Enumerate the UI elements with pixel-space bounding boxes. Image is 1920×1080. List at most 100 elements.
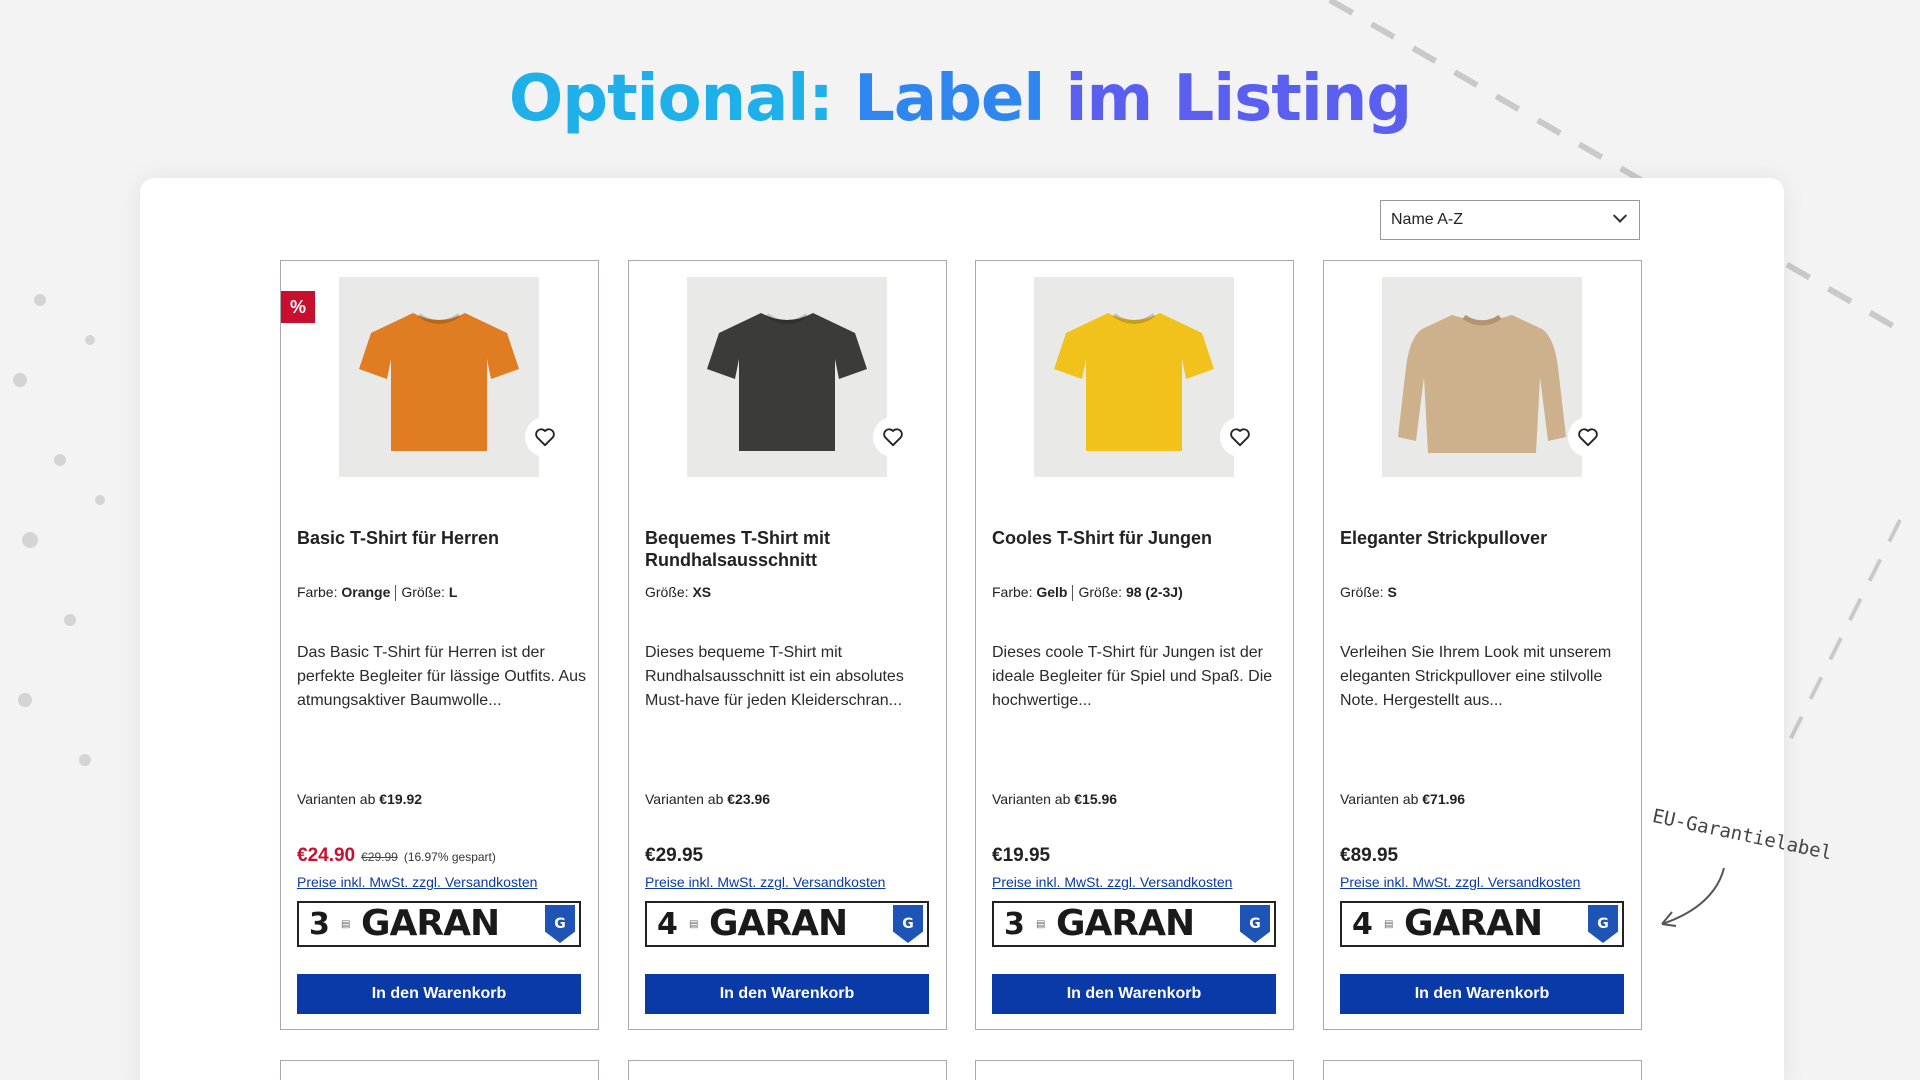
headline-part-1: Optional: bbox=[508, 62, 834, 136]
savings-text: (16.97% gespart) bbox=[403, 850, 496, 864]
garantie-seal-icon: ▤ bbox=[341, 918, 351, 930]
eu-shield-icon: G bbox=[545, 905, 575, 943]
size-label: Größe: bbox=[401, 584, 445, 600]
add-to-cart-button[interactable]: In den Warenkorb bbox=[297, 974, 581, 1014]
eu-shield-icon: G bbox=[1588, 905, 1618, 943]
product-description: Das Basic T-Shirt für Herren ist der per… bbox=[297, 644, 587, 709]
sort-dropdown[interactable]: Name A-Z bbox=[1380, 200, 1640, 240]
garantie-seal-icon: ▤ bbox=[1384, 918, 1394, 930]
sale-badge: % bbox=[281, 291, 315, 323]
price-block: €19.95 bbox=[992, 845, 1050, 867]
product-card[interactable]: Eleganter Strickpullover Größe: S Verleihe… bbox=[1323, 260, 1642, 1030]
tax-shipping-link[interactable]: Preise inkl. MwSt. zzgl. Versandkosten bbox=[992, 874, 1232, 890]
garantie-years: 3 bbox=[309, 906, 330, 942]
price-block: €29.95 bbox=[645, 845, 703, 867]
add-to-cart-button[interactable]: In den Warenkorb bbox=[1340, 974, 1624, 1014]
add-to-cart-button[interactable]: In den Warenkorb bbox=[645, 974, 929, 1014]
price-block: €24.90 €29.99 (16.97% gespart) bbox=[297, 845, 496, 867]
size-value: XS bbox=[692, 584, 712, 600]
product-title[interactable]: Basic T-Shirt für Herren bbox=[297, 527, 587, 549]
eu-garantie-label: 3 ▤ GARAN G bbox=[297, 901, 581, 947]
product-meta: Farbe: Orange Größe: L bbox=[297, 584, 458, 602]
annotation-arrow-icon bbox=[1661, 867, 1725, 927]
color-value: Gelb bbox=[1036, 584, 1068, 600]
size-label: Größe: bbox=[1340, 584, 1384, 600]
color-label: Farbe: bbox=[992, 584, 1033, 600]
tax-shipping-link[interactable]: Preise inkl. MwSt. zzgl. Versandkosten bbox=[645, 874, 885, 890]
garantie-seal-icon: ▤ bbox=[1036, 918, 1046, 930]
garantie-seal-icon: ▤ bbox=[689, 918, 699, 930]
product-image[interactable] bbox=[687, 277, 887, 477]
product-description: Dieses bequeme T-Shirt mit Rundhalsaussc… bbox=[645, 644, 904, 709]
old-price: €29.99 bbox=[361, 850, 398, 864]
garantie-word: GARAN bbox=[1056, 903, 1195, 944]
product-card[interactable]: % Basic T-Shirt für Herren Farbe: Orange Gr… bbox=[280, 260, 599, 1030]
product-description: Verleihen Sie Ihrem Look mit unserem ele… bbox=[1340, 644, 1612, 709]
chevron-down-icon bbox=[1612, 208, 1628, 223]
eu-shield-icon: G bbox=[1240, 905, 1270, 943]
garantie-word: GARAN bbox=[361, 903, 500, 944]
product-description: Dieses coole T-Shirt für Jungen ist der … bbox=[992, 644, 1273, 709]
product-title[interactable]: Bequemes T-Shirt mit Rundhalsausschnitt bbox=[645, 527, 935, 571]
headline-part-2: Label bbox=[854, 62, 1045, 136]
eu-garantie-label: 3 ▤ GARAN G bbox=[992, 901, 1276, 947]
variants-price: €23.96 bbox=[727, 791, 771, 807]
variants-from: Varianten ab €71.96 bbox=[1340, 791, 1465, 807]
variants-prefix: Varianten ab bbox=[1340, 791, 1419, 807]
variants-prefix: Varianten ab bbox=[297, 791, 376, 807]
variants-prefix: Varianten ab bbox=[645, 791, 724, 807]
garantie-word: GARAN bbox=[709, 903, 848, 944]
variants-price: €19.92 bbox=[379, 791, 423, 807]
wishlist-heart-icon[interactable] bbox=[1568, 417, 1608, 457]
page-headline: Optional: Label im Listing bbox=[0, 62, 1920, 136]
size-label: Größe: bbox=[645, 584, 689, 600]
product-title[interactable]: Eleganter Strickpullover bbox=[1340, 527, 1630, 549]
size-value: L bbox=[448, 584, 458, 600]
product-image[interactable] bbox=[339, 277, 539, 477]
size-value: S bbox=[1387, 584, 1397, 600]
variants-price: €15.96 bbox=[1074, 791, 1118, 807]
wishlist-heart-icon[interactable] bbox=[525, 417, 565, 457]
variants-from: Varianten ab €15.96 bbox=[992, 791, 1117, 807]
product-card-next bbox=[628, 1060, 947, 1080]
price-block: €89.95 bbox=[1340, 845, 1398, 867]
product-price: €24.90 bbox=[297, 845, 356, 866]
eu-shield-icon: G bbox=[893, 905, 923, 943]
eu-garantie-label: 4 ▤ GARAN G bbox=[645, 901, 929, 947]
variants-price: €71.96 bbox=[1422, 791, 1466, 807]
product-price: €89.95 bbox=[1340, 845, 1399, 866]
product-title[interactable]: Cooles T-Shirt für Jungen bbox=[992, 527, 1282, 549]
add-to-cart-button[interactable]: In den Warenkorb bbox=[992, 974, 1276, 1014]
garantie-years: 4 bbox=[657, 906, 678, 942]
wishlist-heart-icon[interactable] bbox=[1220, 417, 1260, 457]
eu-garantie-label: 4 ▤ GARAN G bbox=[1340, 901, 1624, 947]
variants-from: Varianten ab €23.96 bbox=[645, 791, 770, 807]
wishlist-heart-icon[interactable] bbox=[873, 417, 913, 457]
sort-selected-value: Name A-Z bbox=[1391, 211, 1464, 228]
size-label: Größe: bbox=[1078, 584, 1123, 600]
headline-part-3: im Listing bbox=[1065, 62, 1413, 136]
product-price: €29.95 bbox=[645, 845, 704, 866]
product-card-next bbox=[280, 1060, 599, 1080]
tax-shipping-link[interactable]: Preise inkl. MwSt. zzgl. Versandkosten bbox=[1340, 874, 1580, 890]
garantie-years: 4 bbox=[1352, 906, 1373, 942]
product-image[interactable] bbox=[1382, 277, 1582, 477]
product-image[interactable] bbox=[1034, 277, 1234, 477]
product-meta: Farbe: Gelb Größe: 98 (2-3J) bbox=[992, 584, 1183, 602]
meta-separator bbox=[1072, 585, 1074, 602]
color-value: Orange bbox=[341, 584, 391, 600]
product-meta: Größe: XS bbox=[645, 584, 711, 600]
tax-shipping-link[interactable]: Preise inkl. MwSt. zzgl. Versandkosten bbox=[297, 874, 537, 890]
product-card[interactable]: Bequemes T-Shirt mit Rundhalsausschnitt G… bbox=[628, 260, 947, 1030]
product-card[interactable]: Cooles T-Shirt für Jungen Farbe: Gelb Größ… bbox=[975, 260, 1294, 1030]
color-label: Farbe: bbox=[297, 584, 338, 600]
garantie-years: 3 bbox=[1004, 906, 1025, 942]
meta-separator bbox=[395, 585, 397, 602]
product-card-next bbox=[1323, 1060, 1642, 1080]
product-meta: Größe: S bbox=[1340, 584, 1397, 600]
size-value: 98 (2-3J) bbox=[1125, 584, 1183, 600]
variants-from: Varianten ab €19.92 bbox=[297, 791, 422, 807]
product-card-next bbox=[975, 1060, 1294, 1080]
product-price: €19.95 bbox=[992, 845, 1051, 866]
variants-prefix: Varianten ab bbox=[992, 791, 1071, 807]
